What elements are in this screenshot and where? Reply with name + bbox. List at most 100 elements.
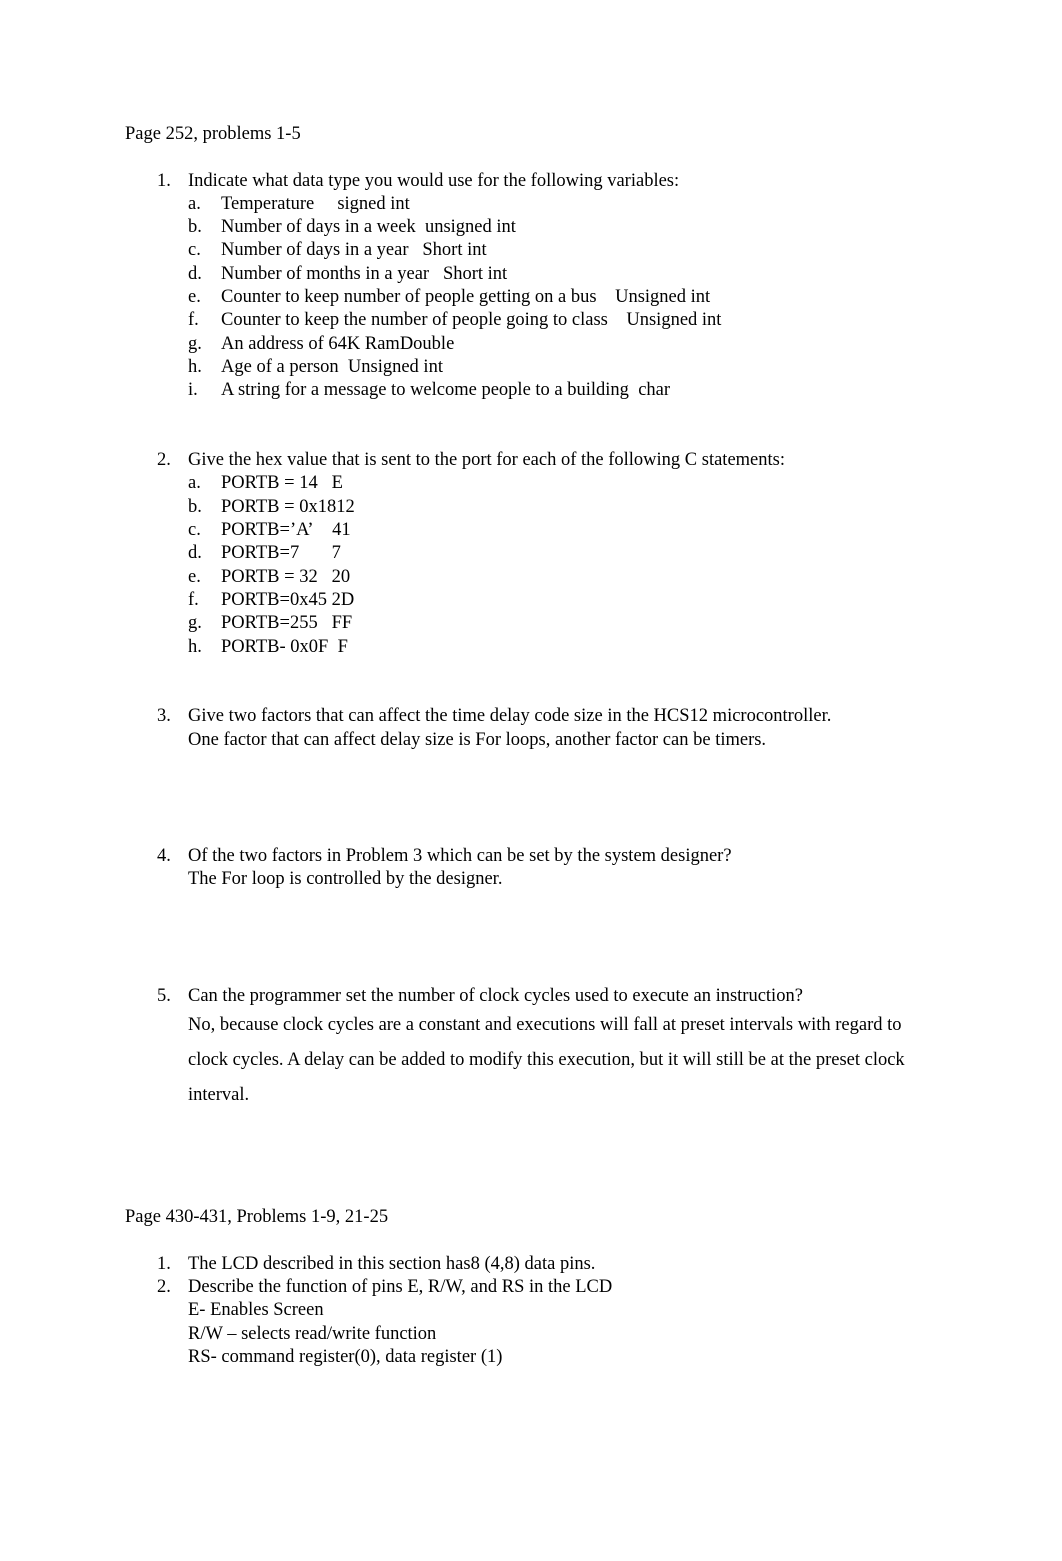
list-marker: d. [188,543,202,564]
list-item-1-1-b: b. Number of days in a week unsigned int [125,216,915,239]
question-text: A string for a message to welcome people… [221,380,629,401]
list-item-1-2-b: b. PORTB = 0x1812 [125,496,915,519]
question-text: Counter to keep number of people getting… [221,287,597,308]
list-marker: g. [188,613,202,634]
list-marker: b. [188,496,202,517]
section-heading-page-252: Page 252, problems 1-5 [125,124,301,144]
list-marker: i. [188,380,198,401]
list-marker: e. [188,287,201,308]
list-item-text: PORTB=0x45 2D [221,589,915,612]
list-item-text: The LCD described in this section has8 (… [188,1253,915,1276]
question-text: Counter to keep the number of people goi… [221,310,608,331]
list-marker: 1. [157,170,171,191]
answer-text: signed int [314,193,410,214]
answer-text: Unsigned int [338,356,443,377]
answer-text-3: One factor that can affect delay size is… [188,729,767,750]
question-text: PORTB = 0x18 [221,496,337,517]
question-text: PORTB=0x45 [221,589,327,610]
list-item-1-2-c: c. PORTB=’A’ 41 [125,519,915,542]
question-text: The LCD described in this section has [188,1253,471,1274]
list-item-text: PORTB = 0x1812 [221,496,915,519]
list-marker: 5. [157,985,171,1006]
list-item-text: Counter to keep number of people getting… [221,286,915,309]
list-item-1-2-a: a. PORTB = 14 E [125,472,915,495]
question-text: PORTB = 14 [221,473,318,494]
list-item-1-1-e: e. Counter to keep number of people gett… [125,286,915,309]
answer-text: 2D [326,589,355,610]
list-item-text: Number of days in a year Short int [221,239,915,262]
list-item-text: A string for a message to welcome people… [221,379,915,402]
list-item-1-2: 2. Give the hex value that is sent to th… [125,449,915,472]
list-item-1-2-h: h. PORTB- 0x0F F [125,636,915,659]
question-text: Number of days in a week [221,217,416,238]
list-item-1-1: 1. Indicate what data type you would use… [125,170,915,193]
list-item-1-1-i: i. A string for a message to welcome peo… [125,379,915,402]
list-marker: 4. [157,846,171,867]
question-text: Temperature [221,193,315,214]
list-item-text: Describe the function of pins E, R/W, an… [188,1277,613,1298]
list-item-1-5: 5. Can the programmer set the number of … [125,985,915,1008]
answer-text-5: No, because clock cycles are a constant … [188,1014,905,1105]
answer-text: 7 [299,543,341,564]
list-item-text: PORTB=255 FF [221,612,915,635]
list-item-1-1-f: f. Counter to keep the number of people … [125,309,915,332]
question-text: An address of 64K Ram [221,333,400,354]
answer-text: unsigned int [415,217,516,238]
question-text: PORTB- 0x0F [221,636,329,657]
list-marker: c. [188,520,201,541]
list-marker: e. [188,566,201,587]
question-text: PORTB=’A’ [221,520,314,541]
answer-text: Double [399,333,455,354]
list-item-text: PORTB=7 7 [221,542,915,565]
section-heading-page-430: Page 430-431, Problems 1-9, 21-25 [125,1207,389,1228]
list-item-text: Can the programmer set the number of clo… [188,985,803,1006]
question-text: Number of months in a year [221,263,430,284]
list-item-1-1-d: d. Number of months in a year Short int [125,263,915,286]
answer-text: Unsigned int [607,310,722,331]
list-item-text: Number of days in a week unsigned int [221,216,915,239]
list-marker: h. [188,356,202,377]
answer-text: FF [317,613,353,634]
question-text: PORTB=7 [221,543,300,564]
list-item-1-4: 4. Of the two factors in Problem 3 which… [125,845,915,868]
answer-text: Unsigned int [596,287,711,308]
answer-line-rs: RS- command register(0), data register (… [188,1346,503,1367]
answer-text: char [628,380,671,401]
list-item-text: Number of months in a year Short int [221,263,915,286]
answer-text: E [317,473,343,494]
answer-text: 20 [317,566,351,587]
list-item-text: Temperature signed int [221,193,915,216]
list-item-text: Indicate what data type you would use fo… [188,170,680,191]
list-marker: f. [188,589,199,610]
list-marker: g. [188,333,202,354]
document-page: Page 252, problems 1-5 1. Indicate what … [0,0,1062,1561]
list-marker: a. [188,193,201,214]
list-item-1-2-d: d. PORTB=7 7 [125,542,915,565]
list-item-text: Give the hex value that is sent to the p… [188,450,785,471]
question-text: PORTB=255 [221,613,318,634]
list-item-2-2: 2. Describe the function of pins E, R/W,… [125,1276,915,1299]
list-marker: a. [188,473,201,494]
list-marker: d. [188,263,202,284]
list-item-text: PORTB=’A’ 41 [221,519,915,542]
answer-text-4: The For loop is controlled by the design… [188,869,503,890]
answer-text: 12 [336,496,355,517]
list-item-1-1-h: h. Age of a person Unsigned int [125,356,915,379]
list-marker: 1. [157,1253,171,1274]
list-item-1-1-g: g. An address of 64K RamDouble [125,333,915,356]
question-text: Number of days in a year [221,240,409,261]
answer-text: F [328,636,348,657]
list-marker: 3. [157,706,171,727]
list-item-2-1: 1. The LCD described in this section has… [125,1253,915,1276]
list-marker: 2. [157,1277,171,1298]
list-item-1-1-a: a. Temperature signed int [125,193,915,216]
list-item-text: PORTB = 32 20 [221,566,915,589]
answer-text: 41 [313,520,351,541]
list-item-text: Age of a person Unsigned int [221,356,915,379]
list-item-text: Counter to keep the number of people goi… [221,309,915,332]
